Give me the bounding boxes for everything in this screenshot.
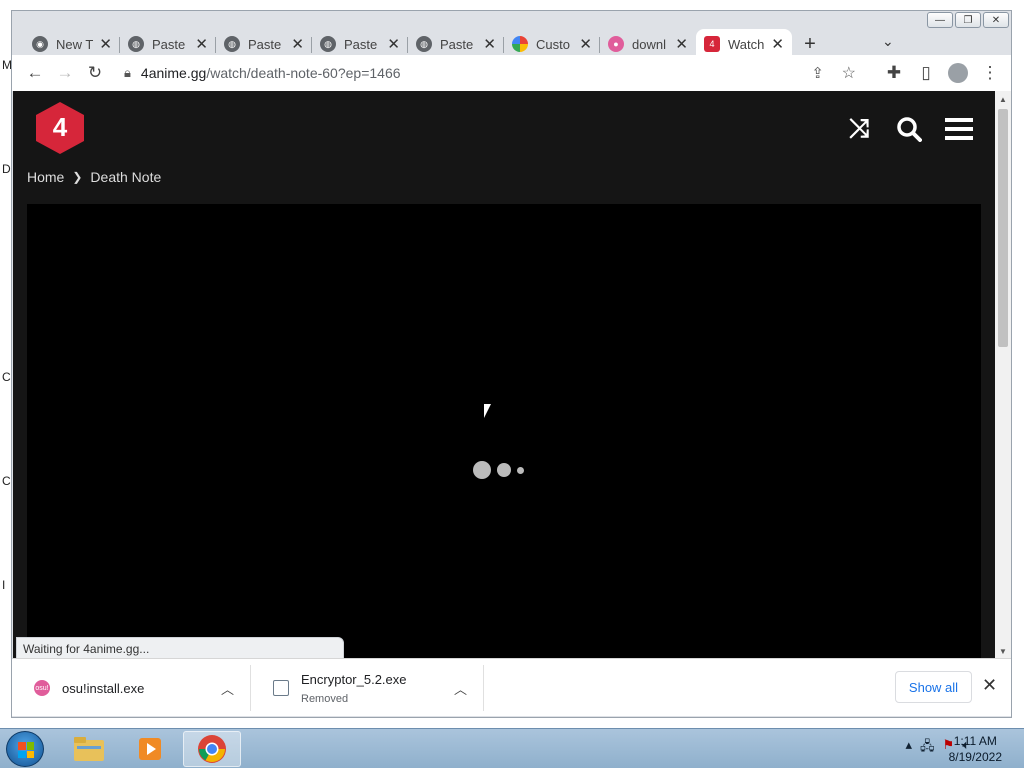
minimize-button[interactable]: — [927,12,953,28]
shuffle-icon[interactable]: ⤨ [843,113,875,145]
clock-time: 1:11 AM [953,734,997,748]
close-icon[interactable]: ✕ [579,35,592,53]
forward-arrow-icon[interactable]: → [50,58,80,88]
desktop-icon-label: I [2,578,6,592]
profile-avatar-icon[interactable] [943,58,973,88]
loading-spinner-icon [473,461,524,479]
download-item[interactable]: osu! osu!install.exe ︿ [12,665,251,711]
globe-icon: ◍ [128,36,144,52]
file-exe-icon [273,680,289,696]
taskbar-chrome[interactable] [183,731,241,767]
4anime-icon: 4 [704,36,720,52]
globe-icon: ◍ [320,36,336,52]
network-icon[interactable]: 🖧︎ [920,737,935,759]
chevron-up-icon[interactable]: ︿ [454,679,467,698]
tab-strip: ◉ New T ✕ ◍ Paste ✕ ◍ Paste ✕ ◍ Paste ✕ ◍ Paste ✕ … [24,25,828,59]
tab-title: Paste [344,36,378,52]
tab-title: Paste [440,36,474,52]
google-icon [512,36,528,52]
close-icon[interactable]: ✕ [195,35,208,53]
browser-toolbar: ← → ↻ 🔒︎ 4anime.gg/watch/death-note-60?e… [12,55,1011,91]
svg-text:4: 4 [53,112,68,142]
taskbar-media-player[interactable] [121,731,179,767]
desktop-icon-label: C [2,370,11,384]
video-player[interactable] [27,204,981,658]
chrome-icon [198,735,226,763]
mouse-pointer-icon [484,404,491,418]
tray-expand-icon[interactable]: ▴ [906,737,913,759]
chrome-icon: ◉ [32,36,48,52]
tab-title: New T [56,36,94,52]
close-shelf-icon[interactable]: ✕ [982,675,997,696]
scroll-down-icon[interactable]: ▼ [999,647,1007,656]
desktop-icon-label: D [2,162,11,176]
download-status: Removed [301,692,349,705]
tab-title: Custo [536,36,570,52]
tab-title: Paste [152,36,186,52]
scrollbar-thumb[interactable] [998,109,1008,347]
toolbar-actions: ✚ ▯ ⋮ [879,58,1005,88]
media-player-icon [139,738,161,760]
4anime-logo[interactable]: 4 [36,102,84,154]
url-host: 4anime.gg [140,65,207,81]
desktop-icon-label: C [2,474,11,488]
show-all-button[interactable]: Show all [895,671,972,703]
tab-title: downl [632,36,666,52]
breadcrumb-home-link[interactable]: Home [27,169,64,185]
restore-button[interactable]: ❐ [955,12,981,28]
close-icon[interactable]: ✕ [99,35,112,53]
close-icon[interactable]: ✕ [483,35,496,53]
close-window-button[interactable]: ✕ [983,12,1009,28]
close-icon[interactable]: ✕ [771,35,784,53]
download-item[interactable]: Encryptor_5.2.exe Removed ︿ [251,665,484,711]
chevron-up-icon[interactable]: ︿ [221,679,234,698]
status-bubble: Waiting for 4anime.gg... [16,637,344,659]
osu-icon: ● [608,36,624,52]
download-shelf: osu! osu!install.exe ︿ Encryptor_5.2.exe… [12,658,1011,716]
clock[interactable]: 1:11 AM 8/19/2022 [949,733,1002,765]
web-page: 4 ⤨ Home ❯ Death Note [13,91,995,658]
close-icon[interactable]: ✕ [387,35,400,53]
clock-date: 8/19/2022 [948,750,1002,764]
reload-icon[interactable]: ↻ [80,58,110,88]
globe-icon: ◍ [224,36,240,52]
download-filename: Encryptor_5.2.exe [301,671,407,687]
chevron-right-icon: ❯ [72,170,83,184]
tab-search-chevron-icon[interactable]: ⌄ [882,33,894,50]
scroll-up-icon[interactable]: ▲ [999,95,1007,104]
download-filename: osu!install.exe [62,680,145,696]
taskbar: ▴ 🖧︎ ⚑ 🔈︎ 1:11 AM 8/19/2022 [0,728,1024,768]
header-actions: ⤨ [843,113,975,145]
vertical-scrollbar[interactable]: ▲ ▼ [995,91,1011,658]
lock-icon: 🔒︎ [124,65,131,80]
windows-logo-icon [18,742,34,758]
back-arrow-icon[interactable]: ← [20,58,50,88]
extensions-puzzle-icon[interactable]: ✚ [879,58,909,88]
globe-icon: ◍ [416,36,432,52]
kebab-menu-icon[interactable]: ⋮ [975,58,1005,88]
share-icon[interactable]: ⇪ [811,64,824,82]
folder-icon [74,737,104,761]
tab-title: Paste [248,36,282,52]
browser-window: — ❐ ✕ ◉ New T ✕ ◍ Paste ✕ ◍ Paste ✕ ◍ Paste ✕ ◍ P… [11,10,1012,718]
side-panel-icon[interactable]: ▯ [911,58,941,88]
search-icon[interactable] [893,113,925,145]
start-button[interactable] [6,731,44,767]
hamburger-menu-icon[interactable] [943,113,975,145]
bookmark-star-icon[interactable]: ☆ [842,63,856,83]
taskbar-explorer[interactable] [60,731,118,767]
osu-icon: osu! [34,680,50,696]
breadcrumb-current: Death Note [90,169,162,185]
window-controls: — ❐ ✕ [927,12,1009,28]
close-icon[interactable]: ✕ [291,35,304,53]
close-icon[interactable]: ✕ [675,35,688,53]
url-path: /watch/death-note-60?ep=1466 [206,65,401,81]
address-bar[interactable]: 🔒︎ 4anime.gg/watch/death-note-60?ep=1466… [124,59,864,87]
breadcrumb: Home ❯ Death Note [27,169,161,185]
tab-title: Watch [728,36,765,52]
